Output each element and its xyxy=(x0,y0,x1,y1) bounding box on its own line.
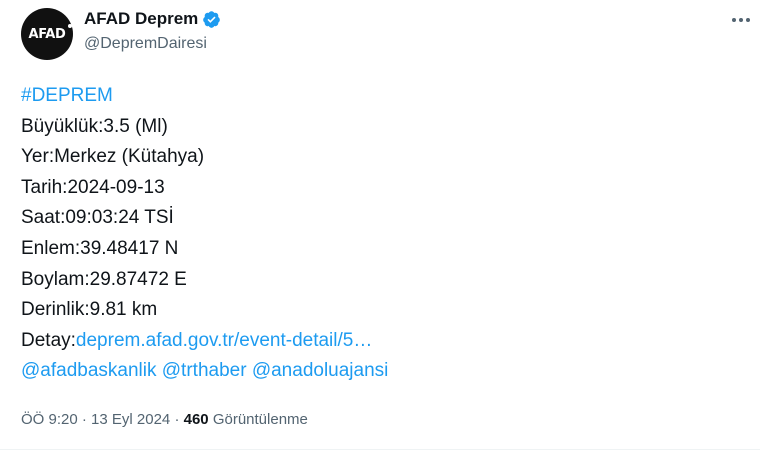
verified-badge-icon[interactable] xyxy=(202,10,221,29)
author-name-row: AFAD Deprem xyxy=(84,9,221,29)
views-label: Görüntülenme xyxy=(212,411,308,428)
avatar-dot-icon xyxy=(67,23,72,28)
views-count: 460 xyxy=(183,411,209,428)
dot-icon xyxy=(746,18,750,22)
dot-icon xyxy=(739,18,743,22)
tweet-meta: ÖÖ 9:20 · 13 Eyl 2024 · 460 Görüntülenme xyxy=(21,411,308,428)
depth-line: Derinlik:9.81 km xyxy=(21,299,158,321)
time-line: Saat:09:03:24 TSİ xyxy=(21,207,174,229)
dot-icon xyxy=(732,18,736,22)
post-time-link[interactable]: ÖÖ 9:20 xyxy=(21,411,78,428)
location-line: Yer:Merkez (Kütahya) xyxy=(21,146,205,168)
avatar[interactable]: AFAD xyxy=(21,8,73,60)
tweet-card: AFAD AFAD Deprem @DepremDairesi #DEPREM … xyxy=(0,0,760,450)
date-line: Tarih:2024-09-13 xyxy=(21,176,165,198)
event-detail-link[interactable]: deprem.afad.gov.tr/event-detail/5… xyxy=(76,330,372,351)
handle[interactable]: @DepremDairesi xyxy=(84,35,207,53)
tweet-text: #DEPREM Büyüklük:3.5 (Ml) Yer:Merkez (Kü… xyxy=(21,81,388,387)
meta-separator: · xyxy=(174,411,180,428)
avatar-logo-text: AFAD xyxy=(28,23,72,42)
detail-label: Detay: xyxy=(21,329,76,351)
longitude-line: Boylam:29.87472 E xyxy=(21,268,187,290)
mention-link[interactable]: @trthaber xyxy=(162,360,247,381)
mention-link[interactable]: @afadbaskanlik xyxy=(21,360,156,381)
mention-link[interactable]: @anadoluajansi xyxy=(252,360,389,381)
post-date-link[interactable]: 13 Eyl 2024 xyxy=(91,411,170,428)
latitude-line: Enlem:39.48417 N xyxy=(21,237,179,259)
magnitude-line: Büyüklük:3.5 (Ml) xyxy=(21,115,168,137)
meta-separator: · xyxy=(81,411,87,428)
display-name[interactable]: AFAD Deprem xyxy=(84,9,198,29)
hashtag-link[interactable]: #DEPREM xyxy=(21,85,113,106)
more-options-icon[interactable] xyxy=(726,10,756,30)
